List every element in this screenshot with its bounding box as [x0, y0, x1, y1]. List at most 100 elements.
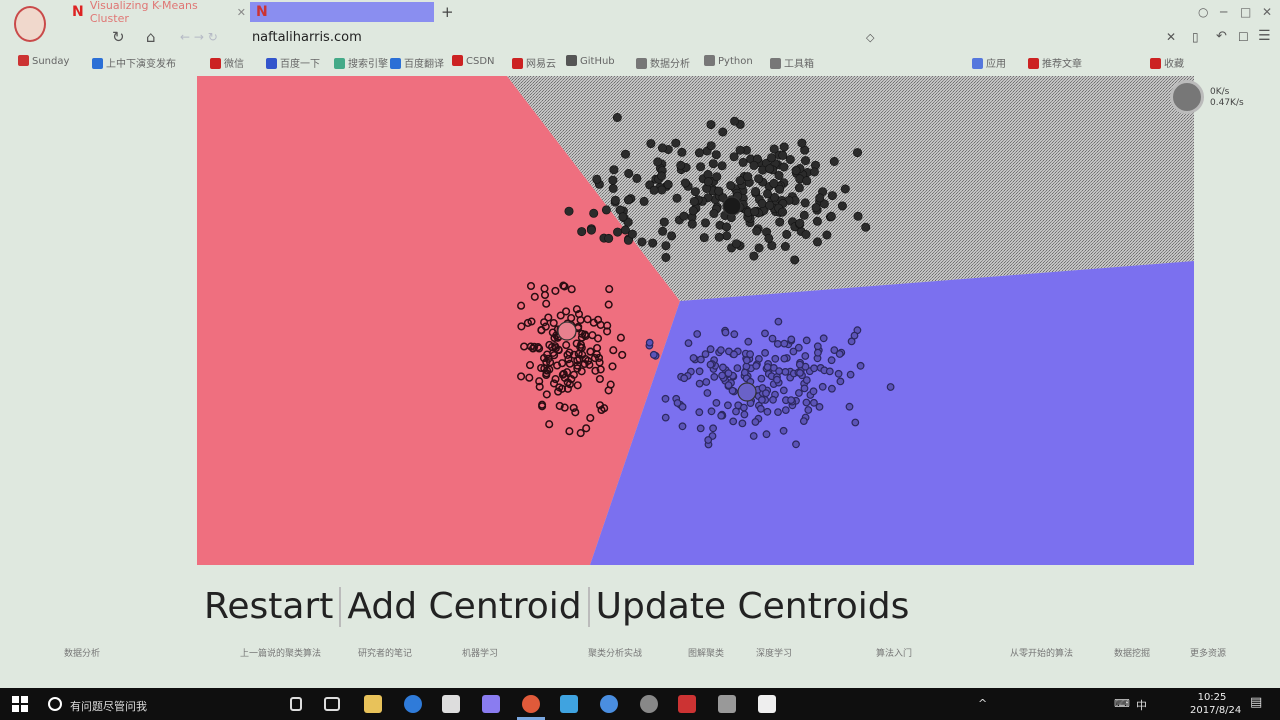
extensions-icon[interactable]: ✕: [1166, 30, 1176, 44]
cortana-icon[interactable]: [48, 697, 62, 711]
tab-close-icon[interactable]: ✕: [237, 6, 246, 19]
tool-icon[interactable]: [718, 695, 736, 713]
keyboard-icon[interactable]: ⌨: [1114, 697, 1130, 710]
related-link[interactable]: 从零开始的算法: [1010, 646, 1073, 659]
chrome-icon[interactable]: [600, 695, 618, 713]
data-point: [717, 346, 725, 355]
bookmark-favicon-icon: [704, 55, 715, 66]
bookmark-item[interactable]: 上中下演变发布: [92, 55, 176, 70]
address-prefix: ← → ↻: [180, 30, 218, 44]
related-link[interactable]: 数据挖掘: [1114, 646, 1150, 659]
app-icon[interactable]: [482, 695, 500, 713]
bookmark-item[interactable]: 收藏: [1150, 55, 1184, 70]
undo-icon[interactable]: ↶: [1216, 29, 1227, 44]
data-point: [738, 157, 748, 167]
history-icon[interactable]: ☐: [1238, 30, 1249, 44]
restart-button[interactable]: Restart: [204, 586, 333, 627]
related-link[interactable]: 算法入门: [876, 646, 912, 659]
data-point: [749, 432, 758, 440]
notifications-icon[interactable]: ▤: [1250, 695, 1262, 710]
bookmark-item[interactable]: 百度一下: [266, 55, 320, 70]
sidebar-icon[interactable]: ▯: [1192, 30, 1199, 44]
related-link[interactable]: 图解聚类: [688, 646, 724, 659]
add-centroid-button[interactable]: Add Centroid: [347, 586, 581, 627]
data-point: [782, 229, 792, 239]
ime-indicator[interactable]: 中: [1136, 697, 1147, 713]
data-point: [779, 386, 788, 395]
media-icon[interactable]: [640, 695, 658, 713]
start-button[interactable]: [12, 696, 28, 712]
data-point: [661, 253, 671, 263]
system-clock[interactable]: 10:25 2017/8/24: [1190, 691, 1241, 717]
new-tab-button[interactable]: +: [441, 3, 454, 21]
refresh-circle-icon[interactable]: ○: [1198, 5, 1208, 19]
network-speed-widget: 0K/s 0.47K/s: [1170, 80, 1270, 118]
cluster-region-blue: [590, 261, 1194, 565]
editor-icon[interactable]: [758, 695, 776, 713]
tab-kmeans[interactable]: N Visualizing K-Means Cluster ✕: [66, 0, 246, 25]
bookmark-item[interactable]: 数据分析: [636, 55, 690, 70]
related-link[interactable]: 聚类分析实战: [588, 646, 642, 659]
bookmark-item[interactable]: 网易云: [512, 55, 556, 70]
bookmark-item[interactable]: 微信: [210, 55, 244, 70]
close-window-icon[interactable]: ✕: [1262, 5, 1272, 19]
bookmark-label: 网易云: [526, 59, 556, 70]
microphone-icon[interactable]: [290, 697, 302, 711]
windows-taskbar: 有问题尽管问我 ^ ⌨ 中 10:25 2017/8/24 ▤: [0, 688, 1280, 720]
maximize-icon[interactable]: □: [1240, 5, 1251, 19]
data-point: [886, 383, 895, 391]
update-centroids-button[interactable]: Update Centroids: [596, 586, 910, 627]
related-link[interactable]: 数据分析: [64, 646, 100, 659]
data-point: [818, 382, 827, 391]
taskbar-search-box[interactable]: 有问题尽管问我: [70, 698, 147, 714]
bookmark-item[interactable]: 百度翻译: [390, 55, 444, 70]
bookmark-item[interactable]: Sunday: [18, 55, 69, 67]
bookmark-item[interactable]: Python: [704, 55, 753, 67]
data-point: [809, 167, 819, 177]
data-point: [699, 233, 709, 243]
shield-icon[interactable]: ◇: [866, 31, 874, 44]
bookmark-item[interactable]: 应用: [972, 55, 1006, 70]
home-icon[interactable]: ⌂: [146, 28, 156, 46]
related-link[interactable]: 深度学习: [756, 646, 792, 659]
red-app-icon[interactable]: [678, 695, 696, 713]
file-explorer-icon[interactable]: [364, 695, 382, 713]
related-link[interactable]: 研究者的笔记: [358, 646, 412, 659]
data-point: [769, 144, 779, 154]
minimize-icon[interactable]: ─: [1220, 5, 1227, 19]
python-icon[interactable]: [560, 695, 578, 713]
related-link[interactable]: 机器学习: [462, 646, 498, 659]
data-point: [708, 159, 718, 169]
store-icon[interactable]: [442, 695, 460, 713]
bookmark-item[interactable]: CSDN: [452, 55, 495, 67]
data-point: [661, 394, 670, 403]
data-point: [693, 330, 702, 338]
data-point: [702, 378, 711, 386]
data-point: [826, 211, 836, 221]
related-link[interactable]: 更多资源: [1190, 646, 1226, 659]
tab-active[interactable]: N: [250, 2, 434, 22]
kmeans-visualization[interactable]: [197, 76, 1194, 565]
related-link[interactable]: 上一篇说的聚类算法: [240, 646, 321, 659]
tray-chevron-icon[interactable]: ^: [978, 697, 987, 710]
bookmark-item[interactable]: GitHub: [566, 55, 615, 67]
centroid-marker[interactable]: [737, 382, 757, 402]
centroid-marker[interactable]: [557, 321, 577, 341]
data-point: [724, 381, 733, 390]
data-point: [756, 404, 765, 413]
bookmark-item[interactable]: 搜索引擎: [334, 55, 388, 70]
address-bar[interactable]: ← → ↻ naftaliharris.com: [180, 30, 362, 45]
data-point: [695, 379, 704, 388]
bookmark-label: 数据分析: [650, 59, 690, 70]
reload-icon[interactable]: ↻: [112, 28, 125, 46]
data-point: [790, 255, 800, 265]
data-point: [730, 350, 738, 359]
centroid-marker[interactable]: [722, 196, 742, 216]
edge-icon[interactable]: [404, 695, 422, 713]
bookmark-favicon-icon: [1028, 58, 1039, 69]
menu-icon[interactable]: ☰: [1258, 28, 1271, 44]
task-view-icon[interactable]: [324, 697, 340, 711]
bookmark-item[interactable]: 推荐文章: [1028, 55, 1082, 70]
bookmark-item[interactable]: 工具箱: [770, 55, 814, 70]
browser-icon[interactable]: [522, 695, 540, 713]
